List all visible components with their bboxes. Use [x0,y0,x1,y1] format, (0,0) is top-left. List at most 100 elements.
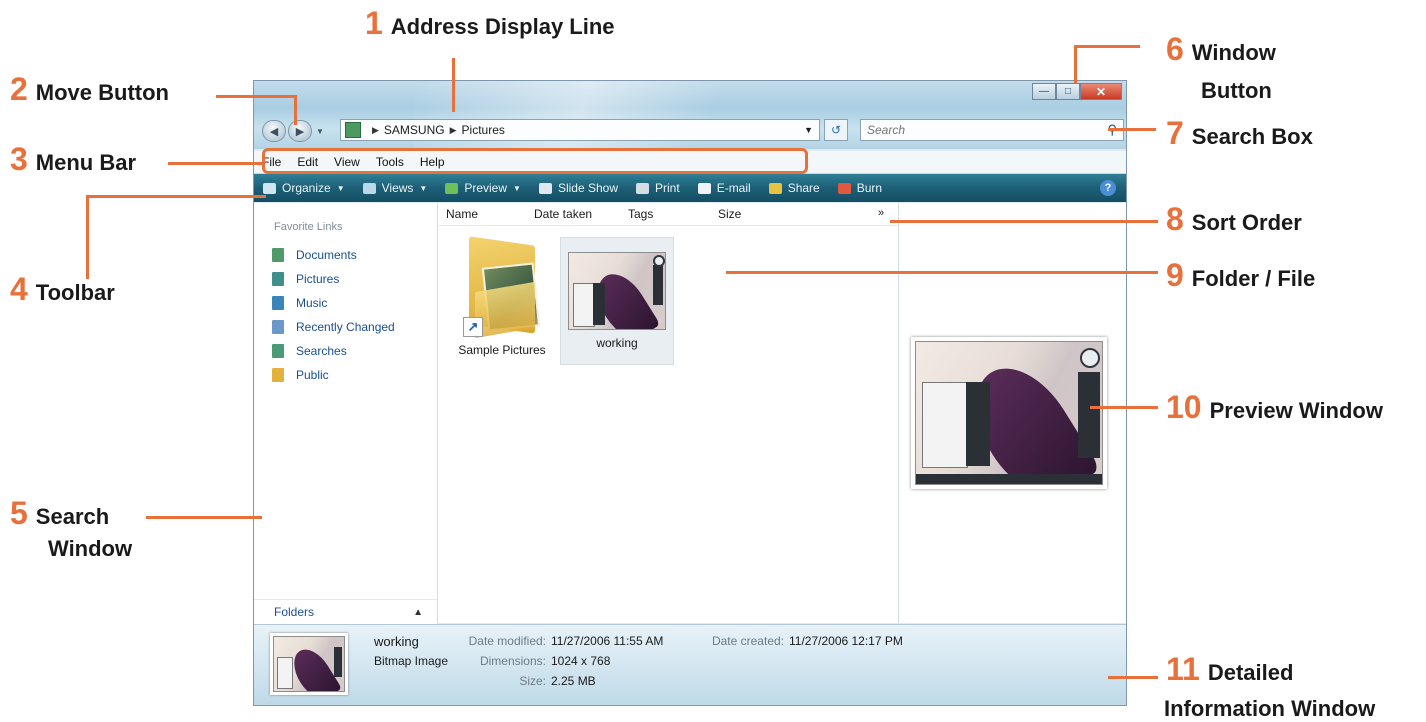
email-button[interactable]: E-mail [689,181,760,195]
details-pane: working Bitmap Image Date modified: 11/2… [254,624,1126,705]
folders-label: Folders [274,605,315,619]
callout-number: 2 [10,71,28,107]
search-box: ⚲ [860,119,1124,141]
documents-icon [272,248,284,262]
column-name[interactable]: Name [446,207,478,221]
nav-item-public[interactable]: Public [254,363,437,387]
callout-label: Button [1201,78,1272,103]
callout-11: 11 Detailed [1166,651,1294,687]
refresh-button[interactable]: ↺ [824,119,848,141]
refresh-icon: ↺ [830,123,842,137]
slide-show-icon [538,182,552,194]
maximize-button[interactable]: □ [1056,83,1080,100]
breadcrumb-samsung[interactable]: SAMSUNG [384,123,445,137]
close-icon: ✕ [1095,84,1107,99]
nav-item-searches[interactable]: Searches [254,339,437,363]
views-icon [362,182,376,194]
breadcrumb-separator-icon[interactable]: ▶ [450,125,457,136]
preview-icon [445,182,459,194]
file-list: Name Date taken Tags Size » ↗ Sample Pic… [438,203,898,623]
callout-5: 5 Search [10,497,109,530]
organize-label: Organize [282,181,331,195]
callout-2-line [216,95,296,98]
column-size[interactable]: Size [718,207,741,221]
callout-number: 11 [1166,651,1200,687]
address-bar[interactable]: ▶ SAMSUNG ▶ Pictures ▼ [340,119,820,141]
forward-button[interactable]: ▶ [288,120,312,142]
callout-1: 1 Address Display Line [365,5,615,41]
preview-button[interactable]: Preview ▼ [436,181,530,195]
callout-label: Folder / File [1191,266,1316,291]
forward-arrow-icon: ▶ [295,125,305,138]
callout-number: 9 [1166,257,1184,293]
chevron-down-icon: ▼ [419,183,428,193]
minimize-button[interactable]: — [1032,83,1056,100]
callout-label: Window [48,536,133,561]
callout-label: Detailed [1207,660,1294,685]
created-label: Date created: [711,634,784,648]
print-button[interactable]: Print [627,181,689,195]
nav-item-label: Documents [296,248,357,262]
callout-number: 1 [365,5,383,41]
navigation-pane: Favorite Links Documents Pictures Music … [254,203,438,623]
printer-icon [636,182,649,194]
callout-number: 8 [1166,201,1184,237]
organize-button[interactable]: Organize ▼ [254,181,354,195]
callout-label: Address Display Line [390,14,615,39]
help-button[interactable]: ? [1100,180,1116,196]
minimize-icon: — [1039,86,1049,97]
slide-show-button[interactable]: Slide Show [530,181,627,195]
column-date-taken[interactable]: Date taken [534,207,592,221]
nav-item-music[interactable]: Music [254,291,437,315]
views-button[interactable]: Views ▼ [354,181,437,195]
close-button[interactable]: ✕ [1080,83,1122,100]
recent-pages-dropdown[interactable]: ▼ [316,127,324,136]
callout-4-line [86,195,89,279]
chevron-down-icon: ▼ [513,183,521,193]
file-item-sample-pictures[interactable]: ↗ Sample Pictures [452,236,552,365]
callout-label: Information Window [1164,696,1376,721]
public-folder-icon [272,368,284,382]
share-button[interactable]: Share [760,181,829,195]
burn-disc-icon [837,182,851,194]
nav-item-pictures[interactable]: Pictures [254,267,437,291]
breadcrumb-separator-icon[interactable]: ▶ [372,125,379,136]
toolbar: Organize ▼ Views ▼ Preview ▼ Slide Show Pri… [254,174,1126,202]
callout-10-line [1090,406,1158,409]
callout-6-line [1074,45,1140,48]
back-button[interactable]: ◀ [262,120,286,142]
print-label: Print [655,181,680,195]
burn-button[interactable]: Burn [829,181,891,195]
envelope-icon [697,182,711,194]
callout-5-line2: Window [48,536,132,562]
shortcut-arrow-icon: ↗ [463,317,483,337]
column-headers: Name Date taken Tags Size » [438,203,898,226]
callout-label: Sort Order [1191,210,1302,235]
pictures-folder-icon [345,122,361,138]
callout-6-line [1074,45,1077,83]
help-icon: ? [1104,182,1112,194]
details-file-name: working [374,634,419,649]
callout-1-line [452,58,455,112]
share-icon [768,182,782,194]
callout-number: 4 [10,271,28,307]
nav-item-label: Searches [296,344,347,358]
column-tags[interactable]: Tags [628,207,653,221]
burn-label: Burn [856,181,883,195]
chevron-down-icon: ▼ [336,183,345,193]
file-item-working[interactable]: working [560,237,674,365]
more-columns-icon[interactable]: » [878,207,884,219]
nav-item-documents[interactable]: Documents [254,243,437,267]
callout-6-line2: Button [1201,78,1272,104]
nav-item-label: Music [296,296,328,310]
image-thumbnail [568,252,666,330]
favorite-links-heading: Favorite Links [274,221,343,233]
search-input[interactable] [861,122,1089,138]
nav-item-recently-changed[interactable]: Recently Changed [254,315,437,339]
folders-toggle[interactable]: Folders ▲ [254,599,437,624]
breadcrumb-pictures[interactable]: Pictures [462,123,505,137]
details-thumbnail [270,633,348,695]
address-dropdown-icon[interactable]: ▼ [804,125,813,135]
callout-2: 2 Move Button [10,71,169,107]
share-label: Share [787,181,820,195]
